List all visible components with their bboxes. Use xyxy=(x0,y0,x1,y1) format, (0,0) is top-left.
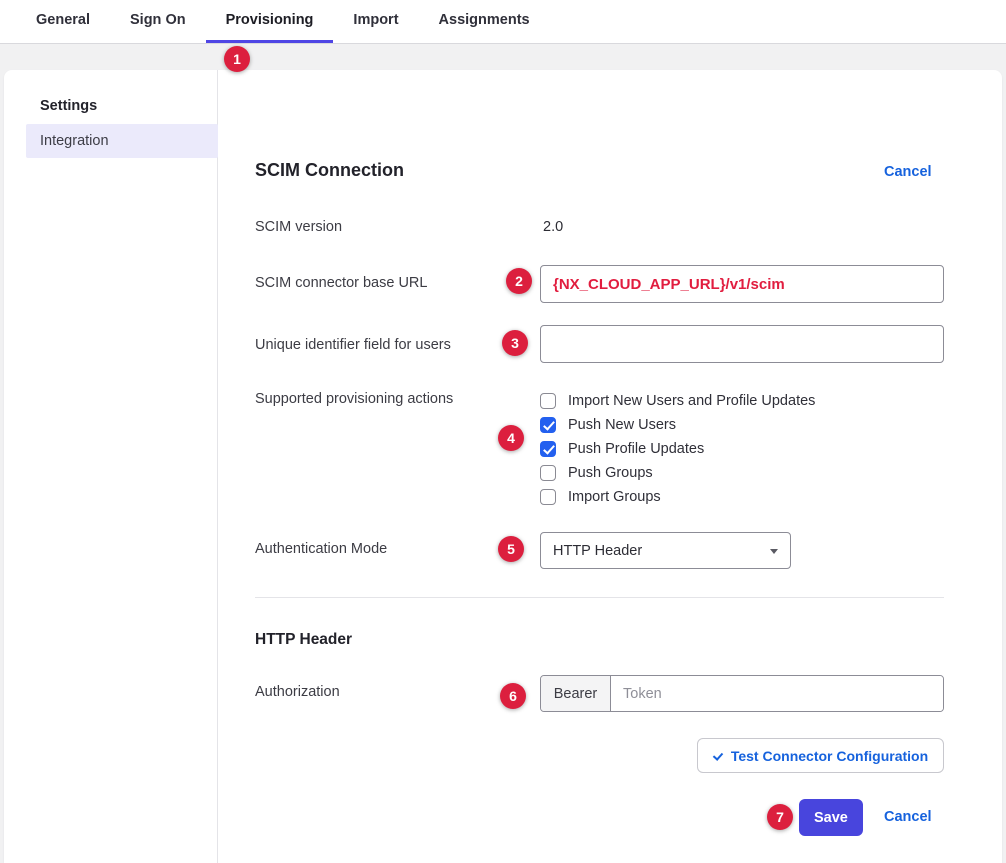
checkbox-row-import-users[interactable]: Import New Users and Profile Updates xyxy=(540,389,815,413)
token-input[interactable] xyxy=(611,676,943,711)
test-connector-label: Test Connector Configuration xyxy=(731,748,928,764)
annotation-badge-6: 6 xyxy=(500,683,526,709)
checkbox-label: Push Profile Updates xyxy=(568,441,704,457)
settings-sidebar: Settings Integration xyxy=(4,70,218,863)
tab-assignments[interactable]: Assignments xyxy=(419,0,550,43)
section-divider xyxy=(255,597,944,598)
checkbox-push-new-users[interactable] xyxy=(540,417,556,433)
auth-mode-select[interactable]: HTTP Header xyxy=(540,532,791,569)
sidebar-item-integration[interactable]: Integration xyxy=(26,124,218,158)
cancel-button[interactable]: Cancel xyxy=(884,809,932,825)
content-card: Settings Integration SCIM Connection Can… xyxy=(4,70,1002,863)
auth-mode-value: HTTP Header xyxy=(553,543,642,559)
tab-import[interactable]: Import xyxy=(333,0,418,43)
annotation-badge-1: 1 xyxy=(224,46,250,72)
scim-version-label: SCIM version xyxy=(255,219,342,235)
checkbox-label: Push Groups xyxy=(568,465,653,481)
checkbox-label: Import New Users and Profile Updates xyxy=(568,393,815,409)
annotation-badge-2: 2 xyxy=(506,268,532,294)
bearer-prefix: Bearer xyxy=(541,676,611,711)
tab-provisioning[interactable]: Provisioning xyxy=(206,0,334,43)
tab-sign-on[interactable]: Sign On xyxy=(110,0,206,43)
checkbox-push-groups[interactable] xyxy=(540,465,556,481)
authorization-group: Bearer xyxy=(540,675,944,712)
annotation-badge-4: 4 xyxy=(498,425,524,451)
checkbox-row-import-groups[interactable]: Import Groups xyxy=(540,485,815,509)
provisioning-actions-group: Import New Users and Profile Updates Pus… xyxy=(540,389,815,509)
checkbox-row-push-new-users[interactable]: Push New Users xyxy=(540,413,815,437)
scim-version-value: 2.0 xyxy=(543,219,563,235)
page: General Sign On Provisioning Import Assi… xyxy=(0,0,1006,863)
chevron-down-icon xyxy=(770,549,778,554)
checkbox-row-push-groups[interactable]: Push Groups xyxy=(540,461,815,485)
annotation-badge-3: 3 xyxy=(502,330,528,356)
auth-mode-label: Authentication Mode xyxy=(255,541,387,557)
checkbox-import-groups[interactable] xyxy=(540,489,556,505)
annotation-badge-5: 5 xyxy=(498,536,524,562)
check-icon xyxy=(713,751,723,761)
checkbox-push-profile-updates[interactable] xyxy=(540,441,556,457)
app-tabbar: General Sign On Provisioning Import Assi… xyxy=(0,0,1006,44)
test-connector-button[interactable]: Test Connector Configuration xyxy=(697,738,944,773)
unique-id-label: Unique identifier field for users xyxy=(255,337,451,353)
unique-id-input[interactable] xyxy=(540,325,944,363)
cancel-link-top[interactable]: Cancel xyxy=(884,164,932,180)
tab-general[interactable]: General xyxy=(16,0,110,43)
page-title: SCIM Connection xyxy=(255,160,404,181)
authorization-label: Authorization xyxy=(255,684,340,700)
checkbox-label: Push New Users xyxy=(568,417,676,433)
sidebar-heading: Settings xyxy=(40,98,97,114)
base-url-label: SCIM connector base URL xyxy=(255,275,427,291)
checkbox-import-users[interactable] xyxy=(540,393,556,409)
provisioning-actions-label: Supported provisioning actions xyxy=(255,391,453,407)
save-button[interactable]: Save xyxy=(799,799,863,836)
checkbox-label: Import Groups xyxy=(568,489,661,505)
base-url-input[interactable] xyxy=(540,265,944,303)
annotation-badge-7: 7 xyxy=(767,804,793,830)
checkbox-row-push-profile-updates[interactable]: Push Profile Updates xyxy=(540,437,815,461)
http-header-title: HTTP Header xyxy=(255,631,352,649)
